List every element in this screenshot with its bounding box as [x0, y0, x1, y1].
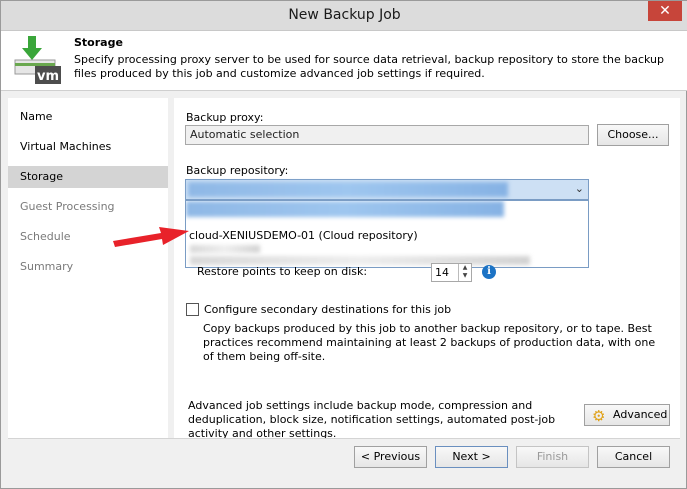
restore-points-label: Restore points to keep on disk:: [197, 265, 368, 278]
advanced-button-label: Advanced: [613, 408, 668, 421]
red-arrow-annotation: [113, 227, 189, 247]
restore-points-value[interactable]: 14: [435, 266, 449, 279]
redacted-option-highlighted[interactable]: [186, 201, 504, 217]
stepper-arrows-icon[interactable]: ▲ ▼: [458, 264, 471, 281]
redacted-option-1[interactable]: [190, 245, 260, 253]
backup-repository-label: Backup repository:: [186, 164, 289, 177]
previous-button[interactable]: < Previous: [354, 446, 427, 468]
redacted-option-2[interactable]: [190, 256, 530, 265]
wizard-steps-nav: Name Virtual Machines Storage Guest Proc…: [8, 98, 168, 438]
nav-item-virtual-machines[interactable]: Virtual Machines: [8, 136, 168, 158]
nav-item-name[interactable]: Name: [8, 106, 168, 128]
page-description: Specify processing proxy server to be us…: [74, 53, 664, 80]
backup-proxy-label: Backup proxy:: [186, 111, 264, 124]
secondary-destinations-checkbox[interactable]: [186, 303, 199, 316]
finish-button[interactable]: Finish: [516, 446, 589, 468]
restore-points-stepper[interactable]: 14 ▲ ▼: [431, 263, 472, 282]
repository-dropdown-list: cloud-XENIUSDEMO-01 (Cloud repository): [185, 200, 589, 268]
gear-icon: ⚙: [592, 407, 606, 425]
title-bar: New Backup Job ✕: [1, 1, 687, 31]
info-icon[interactable]: i: [482, 265, 496, 279]
page-title: Storage: [74, 36, 123, 49]
next-button[interactable]: Next >: [435, 446, 508, 468]
choose-proxy-button[interactable]: Choose...: [597, 124, 669, 146]
chevron-down-icon[interactable]: ⌄: [575, 182, 584, 195]
secondary-destinations-label[interactable]: Configure secondary destinations for thi…: [204, 303, 451, 316]
backup-proxy-field[interactable]: Automatic selection: [185, 125, 589, 145]
new-backup-job-window: New Backup Job ✕ vm Storage Specify proc…: [0, 0, 687, 489]
vm-storage-icon: vm: [13, 34, 65, 86]
nav-item-summary[interactable]: Summary: [8, 256, 168, 278]
vm-icon-text: vm: [37, 69, 59, 84]
cancel-button[interactable]: Cancel: [597, 446, 670, 468]
footer-divider: [8, 438, 680, 439]
repository-option-cloud[interactable]: cloud-XENIUSDEMO-01 (Cloud repository): [186, 228, 588, 244]
redacted-repository-value: [188, 182, 508, 197]
backup-repository-select[interactable]: ⌄: [185, 179, 589, 200]
window-title: New Backup Job: [288, 7, 401, 23]
secondary-destinations-description: Copy backups produced by this job to ano…: [203, 322, 656, 363]
nav-item-storage[interactable]: Storage: [8, 166, 168, 188]
advanced-settings-description: Advanced job settings include backup mod…: [188, 399, 556, 440]
advanced-button[interactable]: ⚙ Advanced: [584, 404, 670, 426]
wizard-header: vm Storage Specify processing proxy serv…: [1, 31, 687, 91]
close-button[interactable]: ✕: [648, 1, 682, 21]
nav-item-guest-processing[interactable]: Guest Processing: [8, 196, 168, 218]
